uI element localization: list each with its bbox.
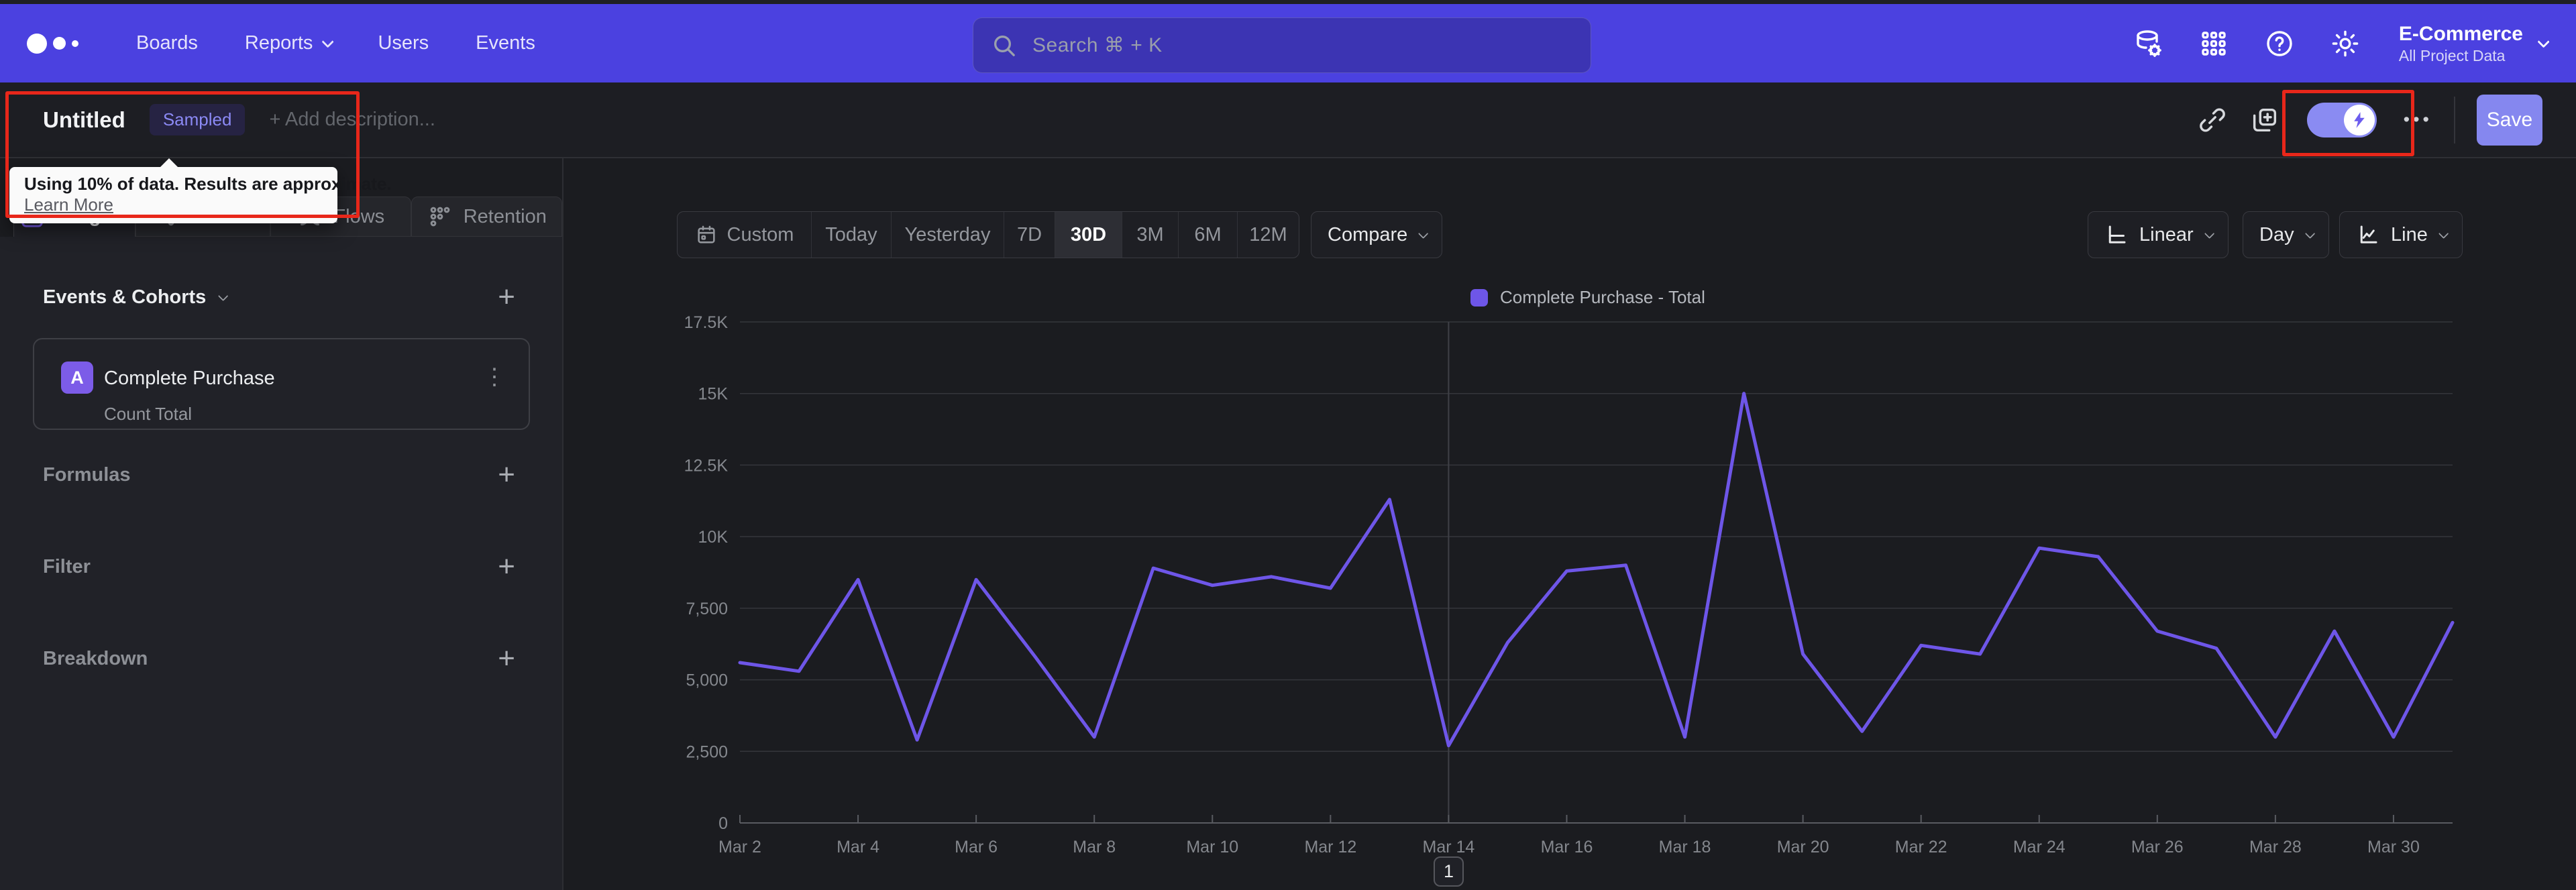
query-panel: Events & Cohorts + A Complete Purchase ⋮… (0, 237, 562, 890)
svg-text:Mar 2: Mar 2 (718, 838, 761, 856)
search-icon (994, 35, 1015, 56)
svg-text:Mar 16: Mar 16 (1541, 838, 1593, 856)
logo-dot-large (27, 33, 47, 54)
event-name: Complete Purchase (104, 368, 275, 389)
retention-icon (430, 207, 450, 227)
svg-text:Mar 4: Mar 4 (837, 838, 879, 856)
nav-right-cluster: E-Commerce All Project Data (2132, 22, 2550, 65)
events-cohorts-header: Events & Cohorts + (43, 278, 515, 316)
add-event-button[interactable]: + (498, 282, 515, 312)
chevron-down-icon (2537, 36, 2550, 48)
formulas-section: Formulas + (43, 456, 515, 494)
svg-text:10K: 10K (698, 528, 729, 547)
divider (2454, 96, 2455, 144)
data-management-icon[interactable] (2132, 27, 2164, 60)
toggle-knob (2343, 104, 2375, 135)
nav-item-reports[interactable]: Reports (245, 32, 335, 54)
svg-text:Mar 8: Mar 8 (1073, 838, 1116, 856)
help-icon[interactable] (2263, 27, 2296, 60)
add-filter-button[interactable]: + (498, 552, 515, 581)
events-cohorts-dropdown[interactable]: Events & Cohorts (43, 286, 229, 309)
svg-text:7,500: 7,500 (686, 600, 728, 618)
svg-text:Mar 26: Mar 26 (2131, 838, 2184, 856)
svg-text:17.5K: 17.5K (684, 313, 729, 332)
learn-more-link[interactable]: Learn More (24, 194, 113, 215)
project-scope: All Project Data (2398, 46, 2506, 64)
svg-text:Mar 6: Mar 6 (955, 838, 998, 856)
filter-section: Filter + (43, 548, 515, 586)
content-area: Insights Funnels Flows Retention Events … (0, 158, 2576, 890)
add-formula-button[interactable]: + (498, 460, 515, 490)
project-switcher[interactable]: E-Commerce All Project Data (2398, 22, 2550, 65)
svg-text:Mar 12: Mar 12 (1304, 838, 1356, 856)
primary-nav: Boards Reports Users Events (136, 32, 535, 54)
annotation-marker-badge[interactable]: 1 (1434, 856, 1464, 887)
search-placeholder: Search ⌘ + K (1032, 34, 1163, 56)
top-nav: Boards Reports Users Events Search ⌘ + K… (0, 4, 2576, 82)
share-link-icon[interactable] (2197, 105, 2228, 135)
nav-item-boards[interactable]: Boards (136, 32, 198, 54)
sampling-tooltip: Using 10% of data. Results are approxima… (9, 158, 392, 223)
more-options-button[interactable]: ••• (2404, 109, 2432, 130)
chart-main-area: Custom Today Yesterday 7D 30D 3M 6M 12M … (564, 158, 2576, 890)
svg-text:2,500: 2,500 (686, 742, 728, 761)
tooltip-text: Using 10% of data. Results are approxima… (24, 174, 392, 194)
nav-item-users[interactable]: Users (378, 32, 429, 54)
svg-text:Mar 20: Mar 20 (1777, 838, 1829, 856)
search-input[interactable]: Search ⌘ + K (973, 17, 1591, 73)
add-to-board-icon[interactable] (2249, 105, 2280, 135)
sampled-badge[interactable]: Sampled (149, 104, 246, 135)
svg-text:Mar 18: Mar 18 (1659, 838, 1711, 856)
project-name: E-Commerce (2398, 22, 2523, 45)
line-chart[interactable]: 0 2,500 5,000 7,500 10K 12.5K 15K 17.5K Mar 2 Mar… (564, 158, 2576, 890)
logo-dot-medium (53, 37, 66, 50)
report-title[interactable]: Untitled (43, 107, 125, 133)
lightning-bolt-icon (2353, 111, 2365, 128)
mixpanel-logo[interactable] (27, 33, 78, 54)
event-kebab-menu[interactable]: ⋮ (483, 364, 506, 390)
svg-text:Mar 24: Mar 24 (2013, 838, 2065, 856)
event-letter-badge: A (61, 361, 93, 394)
event-metric[interactable]: Count Total (104, 404, 192, 425)
filter-label: Filter (43, 555, 91, 577)
svg-text:12.5K: 12.5K (684, 456, 729, 475)
svg-text:15K: 15K (698, 385, 729, 404)
svg-text:5,000: 5,000 (686, 671, 728, 690)
svg-text:0: 0 (718, 814, 728, 833)
breakdown-label: Breakdown (43, 647, 148, 669)
svg-text:Mar 10: Mar 10 (1186, 838, 1238, 856)
svg-text:Mar 28: Mar 28 (2249, 838, 2302, 856)
event-card[interactable]: A Complete Purchase ⋮ Count Total (33, 338, 530, 430)
report-header: Untitled Sampled + Add description... ••… (0, 82, 2576, 158)
nav-item-events[interactable]: Events (476, 32, 535, 54)
sampling-toggle[interactable] (2306, 102, 2377, 137)
settings-gear-icon[interactable] (2329, 27, 2361, 60)
report-actions: ••• Save (2197, 94, 2542, 146)
tab-retention[interactable]: Retention (411, 197, 562, 237)
add-breakdown-button[interactable]: + (498, 644, 515, 673)
breakdown-section: Breakdown + (43, 640, 515, 677)
apps-grid-icon[interactable] (2198, 27, 2230, 60)
add-description-field[interactable]: + Add description... (269, 109, 435, 131)
chevron-down-icon (218, 290, 229, 301)
svg-text:Mar 30: Mar 30 (2367, 838, 2420, 856)
svg-text:Mar 22: Mar 22 (1895, 838, 1947, 856)
logo-dot-small (72, 40, 78, 47)
query-sidebar: Insights Funnels Flows Retention Events … (0, 158, 564, 890)
svg-text:Mar 14: Mar 14 (1423, 838, 1475, 856)
tooltip-arrow (160, 158, 178, 168)
formulas-label: Formulas (43, 463, 131, 486)
save-button[interactable]: Save (2477, 94, 2542, 146)
chevron-down-icon (321, 36, 335, 48)
